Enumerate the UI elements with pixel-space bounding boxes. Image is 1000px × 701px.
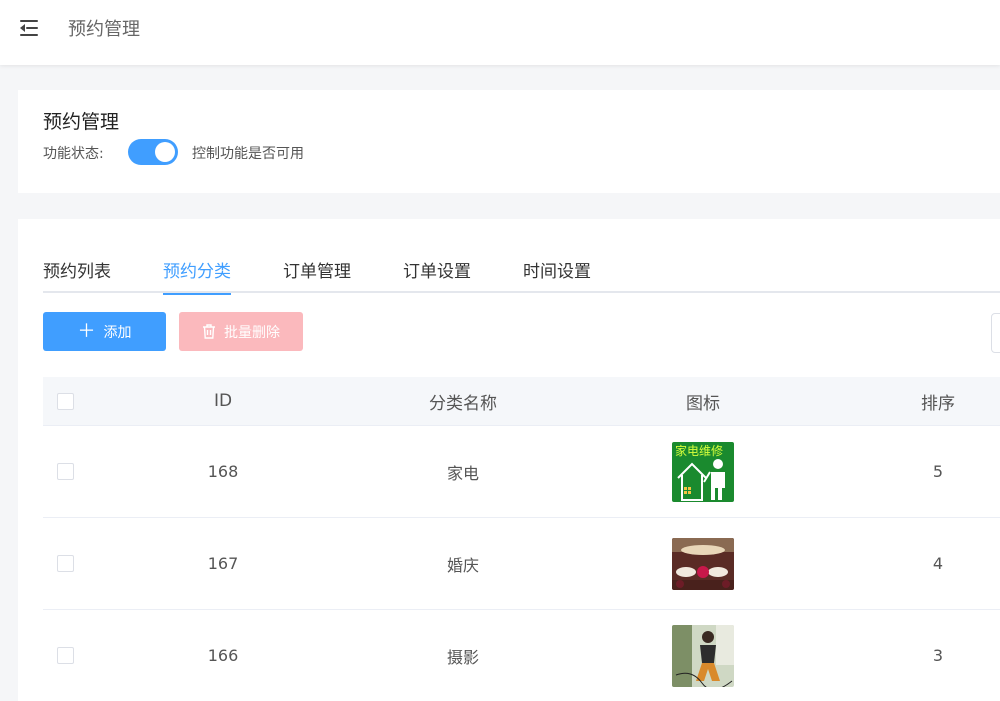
batch-delete-label: 批量删除 xyxy=(224,324,280,341)
tab-order-management[interactable]: 订单管理 xyxy=(283,257,351,295)
feature-status-label: 功能状态: xyxy=(43,146,104,162)
row-name: 家电 xyxy=(446,463,479,483)
settings-card: 预约管理 功能状态: 控制功能是否可用 xyxy=(18,90,1000,193)
row-id: 168 xyxy=(207,462,239,481)
row-checkbox[interactable] xyxy=(56,555,74,572)
table-row: 167 婚庆 4 xyxy=(43,518,1000,610)
toolbar-right-control[interactable] xyxy=(991,313,1000,353)
feature-status-hint: 控制功能是否可用 xyxy=(192,146,304,162)
tab-order-settings[interactable]: 订单设置 xyxy=(403,257,471,295)
row-sort: 3 xyxy=(932,646,944,665)
menu-fold-icon[interactable] xyxy=(20,19,40,37)
column-header-sort[interactable]: 排序 xyxy=(873,377,1000,425)
settings-card-title: 预约管理 xyxy=(43,111,120,133)
top-bar: 预约管理 xyxy=(0,0,1000,65)
batch-delete-button[interactable]: 批量删除 xyxy=(179,312,303,351)
category-table: ID 分类名称 图标 排序 168 家电 家电维修 5 167 婚庆 4 166… xyxy=(43,377,1000,701)
category-card: 预约列表 预约分类 订单管理 订单设置 时间设置 ＋ 添加 批量删除 ID 分类… xyxy=(18,219,1000,701)
trash-icon xyxy=(203,324,215,339)
row-name: 婚庆 xyxy=(446,555,479,575)
column-header-id: ID xyxy=(213,391,233,411)
column-header-icon: 图标 xyxy=(686,393,720,414)
row-id: 166 xyxy=(207,646,239,665)
tab-booking-category[interactable]: 预约分类 xyxy=(163,257,231,295)
table-header: ID 分类名称 图标 排序 xyxy=(43,377,1000,426)
tab-booking-list[interactable]: 预约列表 xyxy=(43,257,111,295)
icon-caption: 家电维修 xyxy=(675,443,723,458)
select-all-checkbox[interactable] xyxy=(56,392,74,410)
appliance-repair-image[interactable]: 家电维修 xyxy=(672,441,734,502)
table-row: 166 摄影 3 xyxy=(43,610,1000,701)
switch-knob xyxy=(155,142,175,162)
feature-status-switch[interactable] xyxy=(128,139,178,165)
row-sort: 4 xyxy=(932,554,944,573)
row-name: 摄影 xyxy=(446,647,479,667)
photography-image[interactable] xyxy=(672,624,734,687)
wedding-banquet-image[interactable] xyxy=(672,537,734,590)
table-row: 168 家电 家电维修 5 xyxy=(43,426,1000,518)
row-checkbox[interactable] xyxy=(56,463,74,480)
page-title: 预约管理 xyxy=(68,19,140,40)
row-sort: 5 xyxy=(932,462,944,481)
tab-time-settings[interactable]: 时间设置 xyxy=(523,257,591,295)
tab-bar: 预约列表 预约分类 订单管理 订单设置 时间设置 xyxy=(43,255,1000,295)
plus-icon: ＋ xyxy=(77,320,96,342)
column-header-name: 分类名称 xyxy=(429,393,497,414)
add-button-label: 添加 xyxy=(103,324,132,341)
row-checkbox[interactable] xyxy=(56,647,74,664)
row-id: 167 xyxy=(207,554,239,573)
add-button[interactable]: ＋ 添加 xyxy=(43,312,166,351)
